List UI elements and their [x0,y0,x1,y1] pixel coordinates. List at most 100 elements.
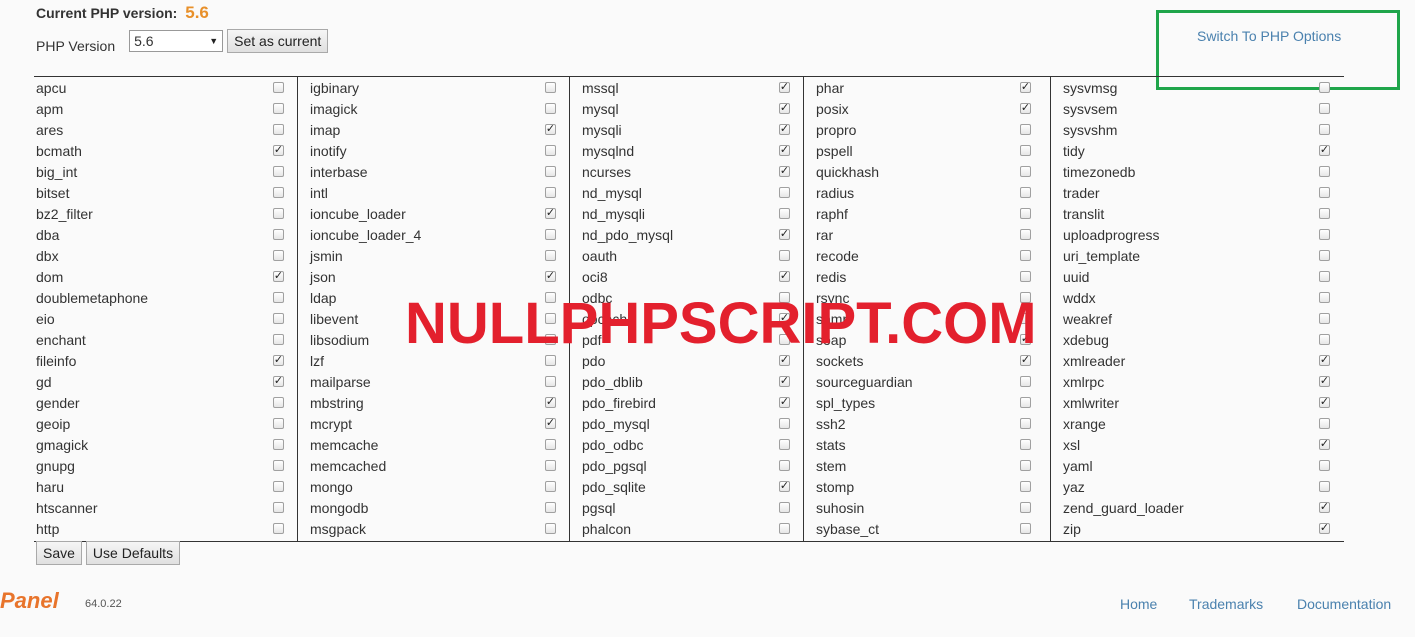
footer-link-documentation[interactable]: Documentation [1297,596,1391,612]
extension-checkbox[interactable]: ✓ [1319,523,1330,534]
extension-checkbox[interactable]: ✓ [545,208,556,219]
extension-checkbox[interactable] [1020,502,1031,513]
extension-checkbox[interactable] [779,208,790,219]
extension-checkbox[interactable]: ✓ [545,397,556,408]
extension-checkbox[interactable] [545,376,556,387]
extension-checkbox[interactable]: ✓ [1319,355,1330,366]
extension-checkbox[interactable] [779,502,790,513]
extension-checkbox[interactable] [1020,523,1031,534]
extension-checkbox[interactable] [779,187,790,198]
extension-checkbox[interactable] [545,502,556,513]
set-as-current-button[interactable]: Set as current [227,29,329,53]
extension-checkbox[interactable] [545,523,556,534]
extension-checkbox[interactable]: ✓ [779,166,790,177]
extension-checkbox[interactable] [1319,208,1330,219]
extension-checkbox[interactable] [273,523,284,534]
extension-checkbox[interactable] [273,82,284,93]
extension-checkbox[interactable] [1020,229,1031,240]
extension-checkbox[interactable] [273,166,284,177]
extension-checkbox[interactable]: ✓ [779,397,790,408]
extension-checkbox[interactable]: ✓ [545,271,556,282]
extension-checkbox[interactable]: ✓ [1319,439,1330,450]
extension-checkbox[interactable] [273,313,284,324]
extension-checkbox[interactable]: ✓ [1020,103,1031,114]
extension-checkbox[interactable] [1319,229,1330,240]
extension-checkbox[interactable] [1319,418,1330,429]
extension-checkbox[interactable]: ✓ [779,481,790,492]
extension-checkbox[interactable]: ✓ [545,418,556,429]
extension-checkbox[interactable] [545,145,556,156]
footer-link-home[interactable]: Home [1120,596,1157,612]
extension-checkbox[interactable] [1319,481,1330,492]
use-defaults-button[interactable]: Use Defaults [85,541,181,565]
extension-checkbox[interactable] [545,250,556,261]
extension-checkbox[interactable] [1319,82,1330,93]
extension-checkbox[interactable] [1319,271,1330,282]
extension-checkbox[interactable]: ✓ [273,355,284,366]
extension-checkbox[interactable] [779,523,790,534]
extension-checkbox[interactable] [1319,292,1330,303]
extension-checkbox[interactable]: ✓ [1020,82,1031,93]
extension-checkbox[interactable] [1020,271,1031,282]
save-button[interactable]: Save [36,541,82,565]
extension-checkbox[interactable] [779,418,790,429]
extension-checkbox[interactable] [545,82,556,93]
extension-checkbox[interactable] [1319,166,1330,177]
extension-checkbox[interactable]: ✓ [779,229,790,240]
extension-checkbox[interactable]: ✓ [779,271,790,282]
extension-checkbox[interactable] [545,103,556,114]
extension-checkbox[interactable] [273,334,284,345]
extension-checkbox[interactable] [1020,208,1031,219]
extension-checkbox[interactable] [1020,124,1031,135]
extension-checkbox[interactable] [1020,145,1031,156]
extension-checkbox[interactable] [779,460,790,471]
php-version-select[interactable]: 5.6 ▼ [129,30,224,52]
extension-checkbox[interactable] [1020,481,1031,492]
extension-checkbox[interactable] [273,460,284,471]
extension-checkbox[interactable] [1020,187,1031,198]
extension-checkbox[interactable] [273,481,284,492]
extension-checkbox[interactable] [273,103,284,114]
extension-checkbox[interactable]: ✓ [779,124,790,135]
extension-checkbox[interactable] [545,229,556,240]
extension-checkbox[interactable] [1319,124,1330,135]
extension-checkbox[interactable] [1319,313,1330,324]
extension-checkbox[interactable]: ✓ [273,145,284,156]
extension-checkbox[interactable]: ✓ [1319,145,1330,156]
extension-checkbox[interactable] [1020,376,1031,387]
extension-checkbox[interactable] [1020,166,1031,177]
extension-checkbox[interactable] [273,397,284,408]
switch-to-php-options-link[interactable]: Switch To PHP Options [1197,28,1341,44]
extension-checkbox[interactable]: ✓ [1319,502,1330,513]
extension-checkbox[interactable] [545,439,556,450]
extension-checkbox[interactable] [779,439,790,450]
extension-checkbox[interactable] [545,187,556,198]
extension-checkbox[interactable] [1020,460,1031,471]
extension-checkbox[interactable] [273,418,284,429]
extension-checkbox[interactable]: ✓ [1319,376,1330,387]
extension-checkbox[interactable] [1020,397,1031,408]
extension-checkbox[interactable] [1319,103,1330,114]
extension-checkbox[interactable] [273,229,284,240]
extension-checkbox[interactable] [1020,250,1031,261]
extension-checkbox[interactable]: ✓ [779,82,790,93]
extension-checkbox[interactable] [1319,187,1330,198]
extension-checkbox[interactable] [1319,460,1330,471]
extension-checkbox[interactable]: ✓ [273,376,284,387]
extension-checkbox[interactable]: ✓ [779,103,790,114]
extension-checkbox[interactable] [273,124,284,135]
extension-checkbox[interactable]: ✓ [273,271,284,282]
extension-checkbox[interactable]: ✓ [779,376,790,387]
extension-checkbox[interactable] [273,502,284,513]
extension-checkbox[interactable] [1319,250,1330,261]
extension-checkbox[interactable] [273,439,284,450]
extension-checkbox[interactable] [273,250,284,261]
extension-checkbox[interactable]: ✓ [1319,397,1330,408]
footer-link-trademarks[interactable]: Trademarks [1189,596,1263,612]
extension-checkbox[interactable]: ✓ [779,145,790,156]
extension-checkbox[interactable] [545,166,556,177]
extension-checkbox[interactable] [545,481,556,492]
extension-checkbox[interactable] [273,187,284,198]
extension-checkbox[interactable] [1020,418,1031,429]
extension-checkbox[interactable] [1319,334,1330,345]
